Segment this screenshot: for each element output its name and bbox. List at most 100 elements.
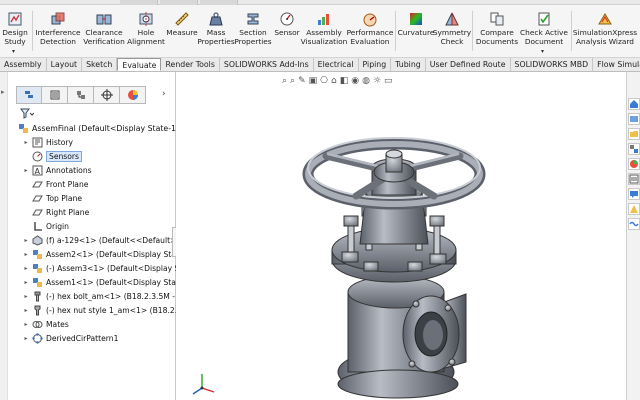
command-manager-tabs: Assembly Layout Sketch Evaluate Render T… [0,58,640,72]
valve-model[interactable] [176,72,626,400]
measure-button[interactable]: Measure [165,5,199,58]
chevron-right-icon[interactable]: ▸ [22,307,30,314]
hide-show-items-icon[interactable]: ◉ [351,75,359,87]
curvature-button[interactable]: Curvature [398,5,434,58]
tree-item-mates[interactable]: ▸ Mates [18,317,176,331]
tab-display-manager[interactable] [120,86,146,104]
view-palette-icon[interactable] [628,143,640,155]
chevron-right-icon[interactable]: ▸ [22,139,30,146]
sensor-button[interactable]: Sensor [273,5,301,58]
file-explorer-icon[interactable] [628,128,640,140]
chevron-right-icon[interactable]: ▸ [22,293,30,300]
chevron-right-icon[interactable]: › [162,89,166,99]
design-study-icon [8,12,22,26]
tree-root-assembly[interactable]: AssemFinal (Default<Display State-1>) [18,121,176,135]
chevron-right-icon[interactable]: ▸ [22,265,30,272]
tab-configuration-manager[interactable] [68,86,94,104]
tab-flow-simulation[interactable]: Flow Simulation [593,58,640,71]
bolt-icon [34,291,41,301]
custom-properties-icon[interactable] [628,173,640,185]
tree-item-annotations[interactable]: ▸ A Annotations [18,163,176,177]
view-orientation-icon[interactable]: ⌂ [331,75,337,87]
tab-assembly[interactable]: Assembly [0,58,47,71]
compare-documents-button[interactable]: Compare Documents [475,5,519,58]
feature-manager-tabs [16,86,166,104]
tab-feature-manager[interactable] [16,86,42,104]
symmetry-check-icon [445,12,459,26]
tree-item-hex-bolt[interactable]: ▸ (-) hex bolt_am<1> (B18.2.3.5M - Hex [18,289,176,303]
appearances-icon[interactable] [628,158,640,170]
clearance-icon [96,14,112,25]
tree-item-sensors[interactable]: Sensors [18,149,176,163]
annotations-icon: A [32,165,43,176]
tab-solidworks-mbd[interactable]: SOLIDWORKS MBD [511,58,594,71]
zoom-to-fit-icon[interactable]: ⌕ [282,75,287,87]
chevron-right-icon[interactable]: ▸ [22,167,30,174]
tree-item-right-plane[interactable]: Right Plane [18,205,176,219]
tree-filter[interactable] [20,108,160,120]
previous-view-icon[interactable]: ✎ [298,75,306,87]
check-active-document-button[interactable]: Check Active Document ▾ [519,5,569,58]
chevron-right-icon[interactable]: ▸ [1,88,5,96]
tab-layout[interactable]: Layout [47,58,83,71]
tree-item-assem3[interactable]: ▸ (-) Assem3<1> (Default<Display State [18,261,176,275]
simulation-icon[interactable] [628,203,640,215]
chevron-right-icon[interactable]: ▸ [22,237,30,244]
chevron-right-icon[interactable]: ▸ [22,335,30,342]
subassembly-icon [33,263,42,273]
chevron-down-icon[interactable]: ▾ [12,48,15,55]
chevron-right-icon[interactable]: ▸ [22,251,30,258]
tree-item-assem1[interactable]: ▸ Assem1<1> (Default<Display State-1 [18,275,176,289]
section-properties-icon [247,13,259,25]
tab-electrical[interactable]: Electrical [314,58,359,71]
graphics-area[interactable] [176,72,626,400]
tree-item-part-a129[interactable]: ▸ (f) a-129<1> (Default<<Default>_Disp [18,233,176,247]
tree-item-origin[interactable]: Origin [18,219,176,233]
symmetry-check-button[interactable]: Symmetry Check [433,5,471,58]
hole-alignment-button[interactable]: Hole Alignment [127,5,165,58]
tab-user-defined-route[interactable]: User Defined Route [426,58,511,71]
tree-item-hex-nut[interactable]: ▸ (-) hex nut style 1_am<1> (B18.2.4.1M [18,303,176,317]
flow-simulation-icon[interactable] [628,218,640,230]
clearance-verification-button[interactable]: Clearance Verification [81,5,127,58]
tab-render-tools[interactable]: Render Tools [161,58,220,71]
section-view-icon[interactable]: ▣ [309,75,318,87]
view-settings-icon[interactable]: ▭ [384,75,393,87]
edit-appearance-icon[interactable]: ◍ [362,75,370,87]
measure-icon [175,12,189,26]
tree-item-assem2[interactable]: ▸ Assem2<1> (Default<Display State-1 [18,247,176,261]
performance-evaluation-button[interactable]: Performance Evaluation [347,5,393,58]
tab-property-manager[interactable] [42,86,68,104]
solidworks-resources-icon[interactable] [628,98,640,110]
forum-icon[interactable] [628,188,640,200]
tab-solidworks-add-ins[interactable]: SOLIDWORKS Add-Ins [220,58,314,71]
chevron-right-icon[interactable]: ▸ [22,321,30,328]
tab-sketch[interactable]: Sketch [82,58,118,71]
tab-dimxpert-manager[interactable] [94,86,120,104]
tab-evaluate[interactable]: Evaluate [117,58,162,71]
subassembly-icon [33,277,42,287]
tree-item-history[interactable]: ▸ History [18,135,176,149]
dynamic-annotation-icon[interactable]: ⎔ [320,75,328,87]
tree-item-derivedcirpattern1[interactable]: ▸ DerivedCirPattern1 [18,331,176,345]
interference-detection-button[interactable]: Interference Detection [35,5,81,58]
tree-item-front-plane[interactable]: Front Plane [18,177,176,191]
chevron-right-icon[interactable]: ▸ [22,279,30,286]
design-study-button[interactable]: Design Study ▾ [0,5,30,58]
tree-item-top-plane[interactable]: Top Plane [18,191,176,205]
mass-properties-button[interactable]: Mass Properties [197,5,235,58]
feature-tree-icon [25,91,33,98]
tab-piping[interactable]: Piping [359,58,392,71]
panel-collapse-strip[interactable]: ▸ [0,72,8,400]
subassembly-icon [33,249,42,259]
assembly-visualization-button[interactable]: Assembly Visualization [301,5,347,58]
section-properties-button[interactable]: Section Properties [233,5,273,58]
tab-tubing[interactable]: Tubing [391,58,426,71]
apply-scene-icon[interactable]: ☼ [373,75,381,87]
plane-icon [32,195,43,201]
design-library-icon[interactable] [628,113,640,125]
simulationxpress-button[interactable]: SimulationXpress Analysis Wizard [573,5,637,58]
zoom-to-area-icon[interactable]: ⌕ [290,75,295,87]
display-style-icon[interactable]: ◧ [340,75,349,87]
chevron-down-icon[interactable]: ▾ [541,48,544,55]
